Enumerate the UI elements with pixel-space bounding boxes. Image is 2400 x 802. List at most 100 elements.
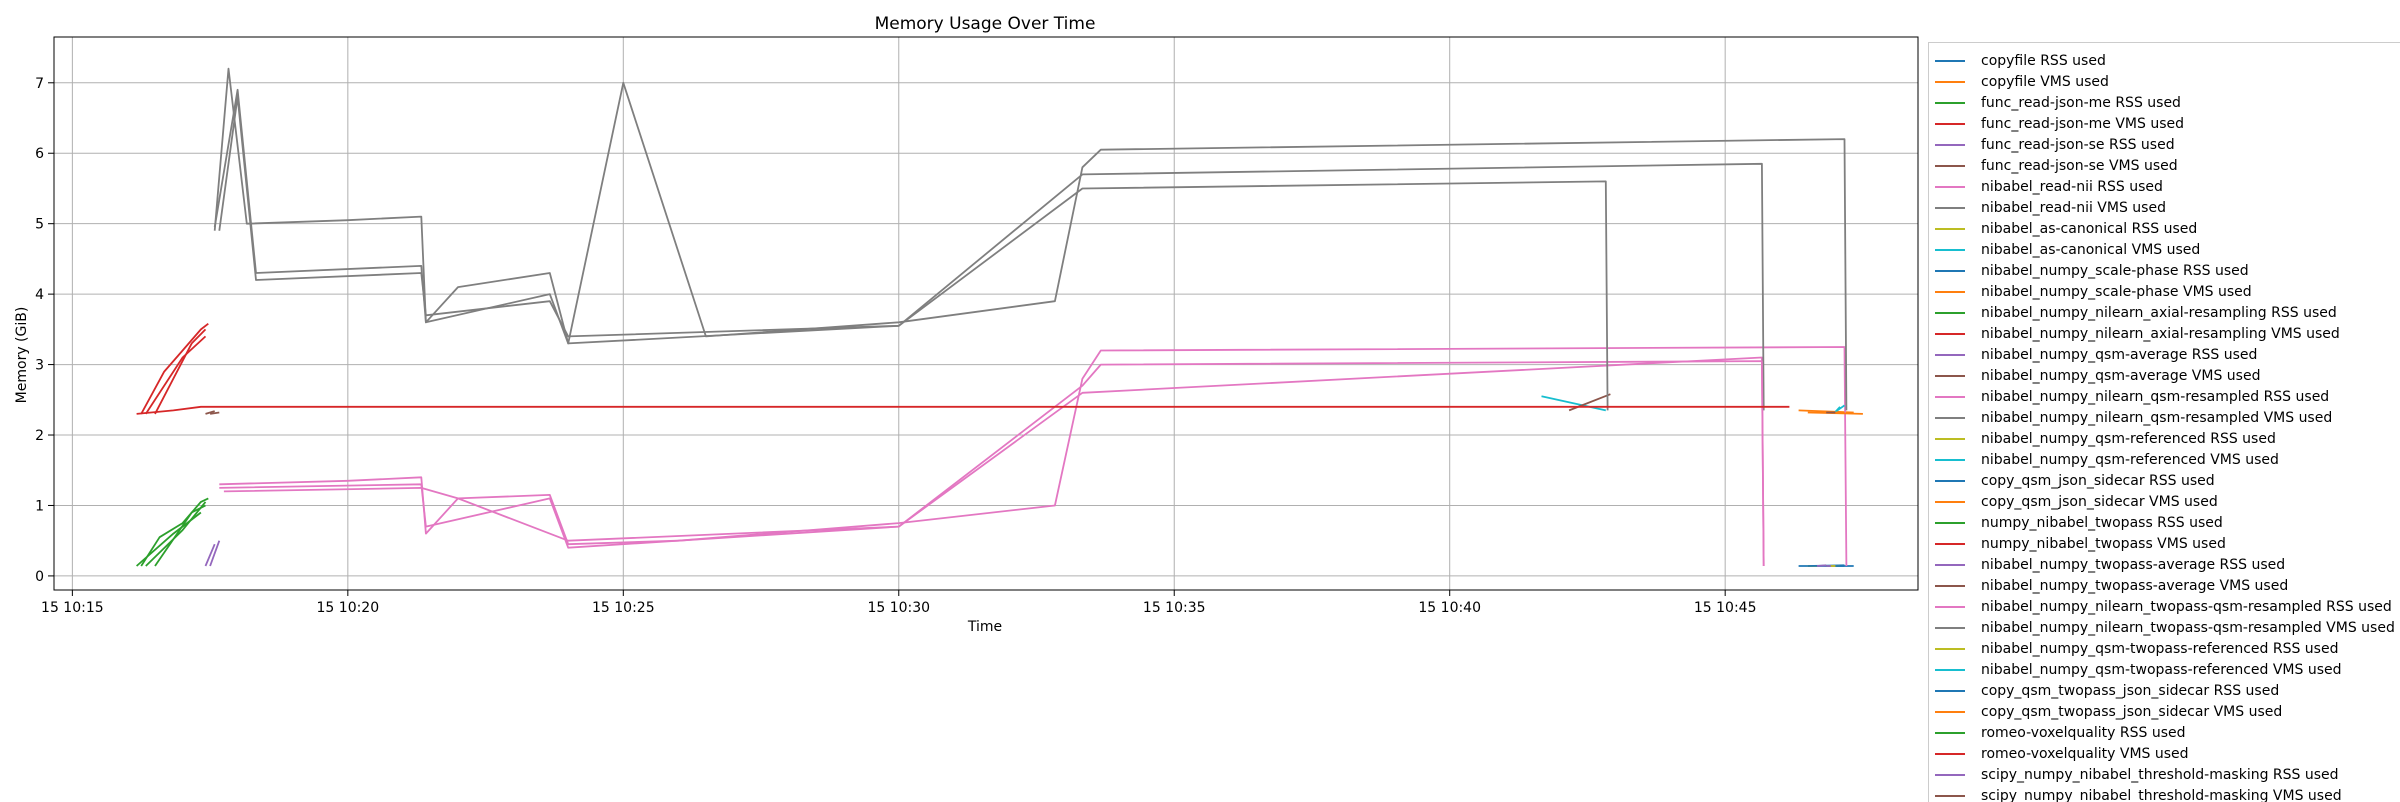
chart-title: Memory Usage Over Time — [875, 14, 1096, 34]
y-tick-label: 5 — [35, 217, 44, 233]
legend-swatch — [1935, 375, 1965, 377]
legend-swatch — [1935, 312, 1965, 314]
legend-entry: copyfile RSS used — [1935, 51, 2106, 71]
series-line-14 — [1816, 564, 1827, 567]
x-tick-label: 15 10:35 — [1143, 600, 1206, 616]
legend-swatch — [1935, 417, 1965, 419]
legend-swatch — [1935, 354, 1965, 356]
legend-entry: func_read-json-se RSS used — [1935, 135, 2175, 155]
legend-label: nibabel_as-canonical RSS used — [1981, 221, 2198, 237]
legend-label: nibabel_numpy_twopass-average RSS used — [1981, 557, 2286, 573]
legend-label: nibabel_numpy_qsm-average VMS used — [1981, 368, 2261, 384]
legend-label: copy_qsm_twopass_json_sidecar RSS used — [1981, 683, 2280, 699]
legend-label: nibabel_read-nii RSS used — [1981, 179, 2163, 195]
legend-swatch — [1935, 438, 1965, 440]
legend-entry: nibabel_numpy_scale-phase VMS used — [1935, 282, 2252, 302]
legend-label: nibabel_numpy_nilearn_axial-resampling R… — [1981, 305, 2337, 321]
legend-swatch — [1935, 627, 1965, 629]
series-layer — [136, 67, 1863, 567]
legend-label: nibabel_as-canonical VMS used — [1981, 242, 2201, 258]
legend-label: romeo-voxelquality VMS used — [1981, 746, 2189, 762]
legend-label: romeo-voxelquality RSS used — [1981, 725, 2186, 741]
legend-label: nibabel_numpy_qsm-twopass-referenced RSS… — [1981, 641, 2339, 657]
legend-swatch — [1935, 144, 1965, 146]
legend-swatch — [1935, 543, 1965, 545]
series-line-16 — [219, 356, 1765, 567]
legend-entry: scipy_numpy_nibabel_threshold-masking RS… — [1935, 765, 2339, 785]
y-tick-label: 1 — [35, 498, 44, 514]
legend-swatch — [1935, 753, 1965, 755]
x-tick-label: 15 10:25 — [592, 600, 655, 616]
legend-label: nibabel_numpy_qsm-average RSS used — [1981, 347, 2258, 363]
legend-label: copy_qsm_twopass_json_sidecar VMS used — [1981, 704, 2283, 720]
y-tick-label: 7 — [35, 76, 44, 92]
legend-swatch — [1935, 648, 1965, 650]
legend-swatch — [1935, 522, 1965, 524]
x-tick-label: 15 10:20 — [317, 600, 380, 616]
legend-label: nibabel_numpy_scale-phase VMS used — [1981, 284, 2252, 300]
legend-swatch — [1935, 186, 1965, 188]
legend-label: nibabel_numpy_nilearn_axial-resampling V… — [1981, 326, 2340, 342]
legend-swatch — [1935, 732, 1965, 734]
legend-label: func_read-json-me RSS used — [1981, 95, 2181, 111]
legend-entry: func_read-json-se VMS used — [1935, 156, 2178, 176]
legend-label: nibabel_numpy_scale-phase RSS used — [1981, 263, 2249, 279]
legend-label: numpy_nibabel_twopass VMS used — [1981, 536, 2226, 552]
series-line-23 — [154, 328, 207, 415]
series-line-12 — [145, 501, 207, 567]
legend-label: nibabel_numpy_qsm-referenced VMS used — [1981, 452, 2279, 468]
legend-swatch — [1935, 249, 1965, 251]
legend-swatch — [1935, 291, 1965, 293]
legend-swatch — [1935, 501, 1965, 503]
series-line-7 — [213, 67, 1848, 411]
axes-layer: 15 10:15 15 10:20 15 10:25 15 10:30 15 10:35… — [35, 76, 1756, 616]
y-tick-label: 6 — [35, 146, 44, 162]
legend-entry: nibabel_read-nii VMS used — [1935, 198, 2166, 218]
legend-swatch — [1935, 585, 1965, 587]
legend-label: copy_qsm_json_sidecar RSS used — [1981, 473, 2215, 489]
x-tick-label: 15 10:40 — [1418, 600, 1481, 616]
series-line-15 — [1568, 393, 1611, 412]
legend-entry: numpy_nibabel_twopass RSS used — [1935, 513, 2223, 533]
legend-label: nibabel_read-nii VMS used — [1981, 200, 2166, 216]
legend-entry: nibabel_numpy_scale-phase RSS used — [1935, 261, 2249, 281]
legend-swatch — [1935, 690, 1965, 692]
legend-entry: nibabel_numpy_qsm-referenced RSS used — [1935, 429, 2276, 449]
legend-entry: func_read-json-me RSS used — [1935, 93, 2181, 113]
legend-entry: copy_qsm_json_sidecar RSS used — [1935, 471, 2215, 491]
legend-entry: nibabel_as-canonical VMS used — [1935, 240, 2200, 260]
legend-entry: func_read-json-me VMS used — [1935, 114, 2184, 134]
legend-label: nibabel_numpy_qsm-twopass-referenced VMS… — [1981, 662, 2342, 678]
legend-swatch — [1935, 564, 1965, 566]
legend-swatch — [1935, 81, 1965, 83]
legend-entry: nibabel_numpy_qsm-twopass-referenced VMS… — [1935, 660, 2342, 680]
legend-entry: nibabel_numpy_nilearn_twopass-qsm-resamp… — [1935, 597, 2392, 617]
legend-entry: copyfile VMS used — [1935, 72, 2109, 92]
grid-layer — [54, 37, 1918, 590]
legend-label: func_read-json-me VMS used — [1981, 116, 2184, 132]
legend-entry: copy_qsm_twopass_json_sidecar RSS used — [1935, 681, 2279, 701]
chart-legend: copyfile RSS used copyfile VMS used func_r… — [1928, 42, 2400, 802]
x-axis-label: Time — [967, 619, 1002, 635]
legend-label: nibabel_numpy_nilearn_qsm-resampled VMS … — [1981, 410, 2333, 426]
legend-entry: nibabel_numpy_qsm-referenced VMS used — [1935, 450, 2279, 470]
legend-entry: nibabel_numpy_nilearn_axial-resampling V… — [1935, 324, 2340, 344]
legend-label: copyfile VMS used — [1981, 74, 2109, 90]
legend-entry: copy_qsm_twopass_json_sidecar VMS used — [1935, 702, 2282, 722]
legend-label: nibabel_numpy_nilearn_twopass-qsm-resamp… — [1981, 620, 2395, 636]
legend-entry: nibabel_numpy_nilearn_twopass-qsm-resamp… — [1935, 618, 2395, 638]
legend-entry: copy_qsm_json_sidecar VMS used — [1935, 492, 2218, 512]
y-axis-label: Memory (GiB) — [14, 307, 30, 404]
legend-swatch — [1935, 123, 1965, 125]
legend-entry: nibabel_numpy_qsm-average RSS used — [1935, 345, 2257, 365]
legend-label: func_read-json-se RSS used — [1981, 137, 2175, 153]
legend-label: nibabel_numpy_nilearn_twopass-qsm-resamp… — [1981, 599, 2392, 615]
legend-label: nibabel_numpy_twopass-average VMS used — [1981, 578, 2289, 594]
y-tick-label: 3 — [35, 358, 44, 374]
legend-entry: romeo-voxelquality RSS used — [1935, 723, 2186, 743]
legend-label: func_read-json-se VMS used — [1981, 158, 2178, 174]
series-line-29 — [1834, 404, 1846, 413]
legend-swatch — [1935, 711, 1965, 713]
series-line-32 — [136, 511, 202, 567]
legend-entry: nibabel_numpy_nilearn_qsm-resampled RSS … — [1935, 387, 2329, 407]
